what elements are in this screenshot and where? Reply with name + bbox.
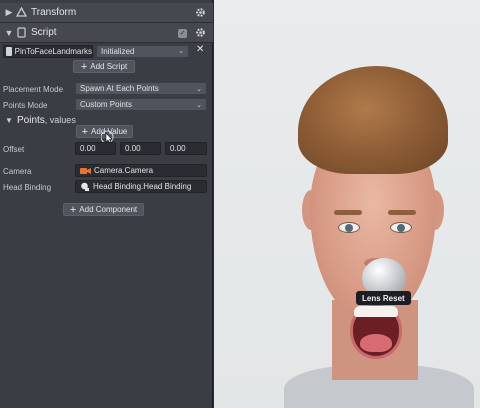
points-mode-value: Custom Points bbox=[80, 100, 133, 109]
script-state-value: Initialized bbox=[101, 46, 135, 56]
gear-icon[interactable] bbox=[195, 7, 206, 20]
placement-mode-select[interactable]: Spawn At Each Points ⌄ bbox=[75, 82, 207, 95]
head-binding-icon bbox=[81, 182, 89, 191]
person-teeth bbox=[354, 306, 398, 317]
head-binding-value: Head Binding.Head Binding bbox=[93, 182, 192, 191]
add-script-label: Add Script bbox=[90, 62, 128, 71]
transform-icon bbox=[16, 7, 27, 18]
placement-mode-label: Placement Mode bbox=[3, 85, 64, 94]
offset-label: Offset bbox=[3, 145, 25, 154]
plus-icon: + bbox=[80, 60, 88, 73]
script-asset-name: PinToFaceLandmarks bbox=[14, 46, 92, 56]
head-binding-field[interactable]: Head Binding.Head Binding bbox=[75, 180, 207, 193]
person-hair bbox=[298, 66, 448, 174]
gear-icon[interactable] bbox=[195, 27, 206, 40]
plus-icon: + bbox=[81, 125, 89, 138]
points-mode-label: Points Mode bbox=[3, 101, 48, 110]
head-binding-label: Head Binding bbox=[3, 183, 52, 192]
person-tongue bbox=[360, 334, 392, 352]
chevron-right-icon[interactable]: ▶ bbox=[4, 7, 14, 18]
add-component-button[interactable]: + Add Component bbox=[63, 203, 144, 216]
camera-field[interactable]: Camera.Camera bbox=[75, 164, 207, 177]
script-asset-row: PinToFaceLandmarks Initialized ⌄ ✕ bbox=[0, 44, 213, 58]
chevron-down-icon[interactable]: ▼ bbox=[4, 116, 14, 125]
script-asset-field[interactable]: PinToFaceLandmarks bbox=[3, 44, 93, 58]
lens-preview[interactable]: Lens Reset bbox=[214, 0, 480, 408]
script-file-icon bbox=[6, 46, 12, 56]
placement-mode-value: Spawn At Each Points bbox=[80, 84, 159, 93]
chevron-down-icon: ⌄ bbox=[196, 85, 202, 93]
offset-x-field[interactable]: 0.00 bbox=[75, 142, 116, 155]
script-icon bbox=[16, 27, 27, 38]
chevron-down-icon: ⌄ bbox=[196, 101, 202, 109]
inspector-panel: ▶ Transform ▼ Script ✓ PinToFaceLandmark… bbox=[0, 0, 213, 408]
script-title: Script bbox=[31, 27, 57, 38]
close-icon[interactable]: ✕ bbox=[196, 44, 204, 55]
add-script-button[interactable]: + Add Script bbox=[73, 60, 135, 73]
script-header[interactable]: ▼ Script ✓ bbox=[0, 23, 213, 43]
camera-icon bbox=[80, 167, 91, 174]
add-component-label: Add Component bbox=[79, 205, 138, 214]
checkbox-icon[interactable]: ✓ bbox=[178, 28, 187, 38]
offset-y-field[interactable]: 0.00 bbox=[120, 142, 161, 155]
plus-icon: + bbox=[69, 203, 77, 216]
offset-z-field[interactable]: 0.00 bbox=[165, 142, 207, 155]
person-eye-left bbox=[338, 222, 360, 233]
person-brow-right bbox=[388, 210, 416, 215]
transform-header[interactable]: ▶ Transform bbox=[0, 3, 213, 23]
person-brow-left bbox=[334, 210, 362, 215]
camera-label: Camera bbox=[3, 167, 32, 176]
script-state-select[interactable]: Initialized ⌄ bbox=[96, 44, 189, 58]
chevron-down-icon: ⌄ bbox=[178, 48, 184, 55]
points-mode-select[interactable]: Custom Points ⌄ bbox=[75, 98, 207, 111]
lens-reset-tooltip[interactable]: Lens Reset bbox=[356, 291, 411, 305]
points-title: Points bbox=[17, 114, 45, 126]
transform-title: Transform bbox=[31, 7, 77, 18]
points-subtitle: , values bbox=[44, 115, 76, 125]
camera-value: Camera.Camera bbox=[94, 166, 154, 175]
chevron-down-icon[interactable]: ▼ bbox=[4, 28, 14, 38]
person-eye-right bbox=[390, 222, 412, 233]
